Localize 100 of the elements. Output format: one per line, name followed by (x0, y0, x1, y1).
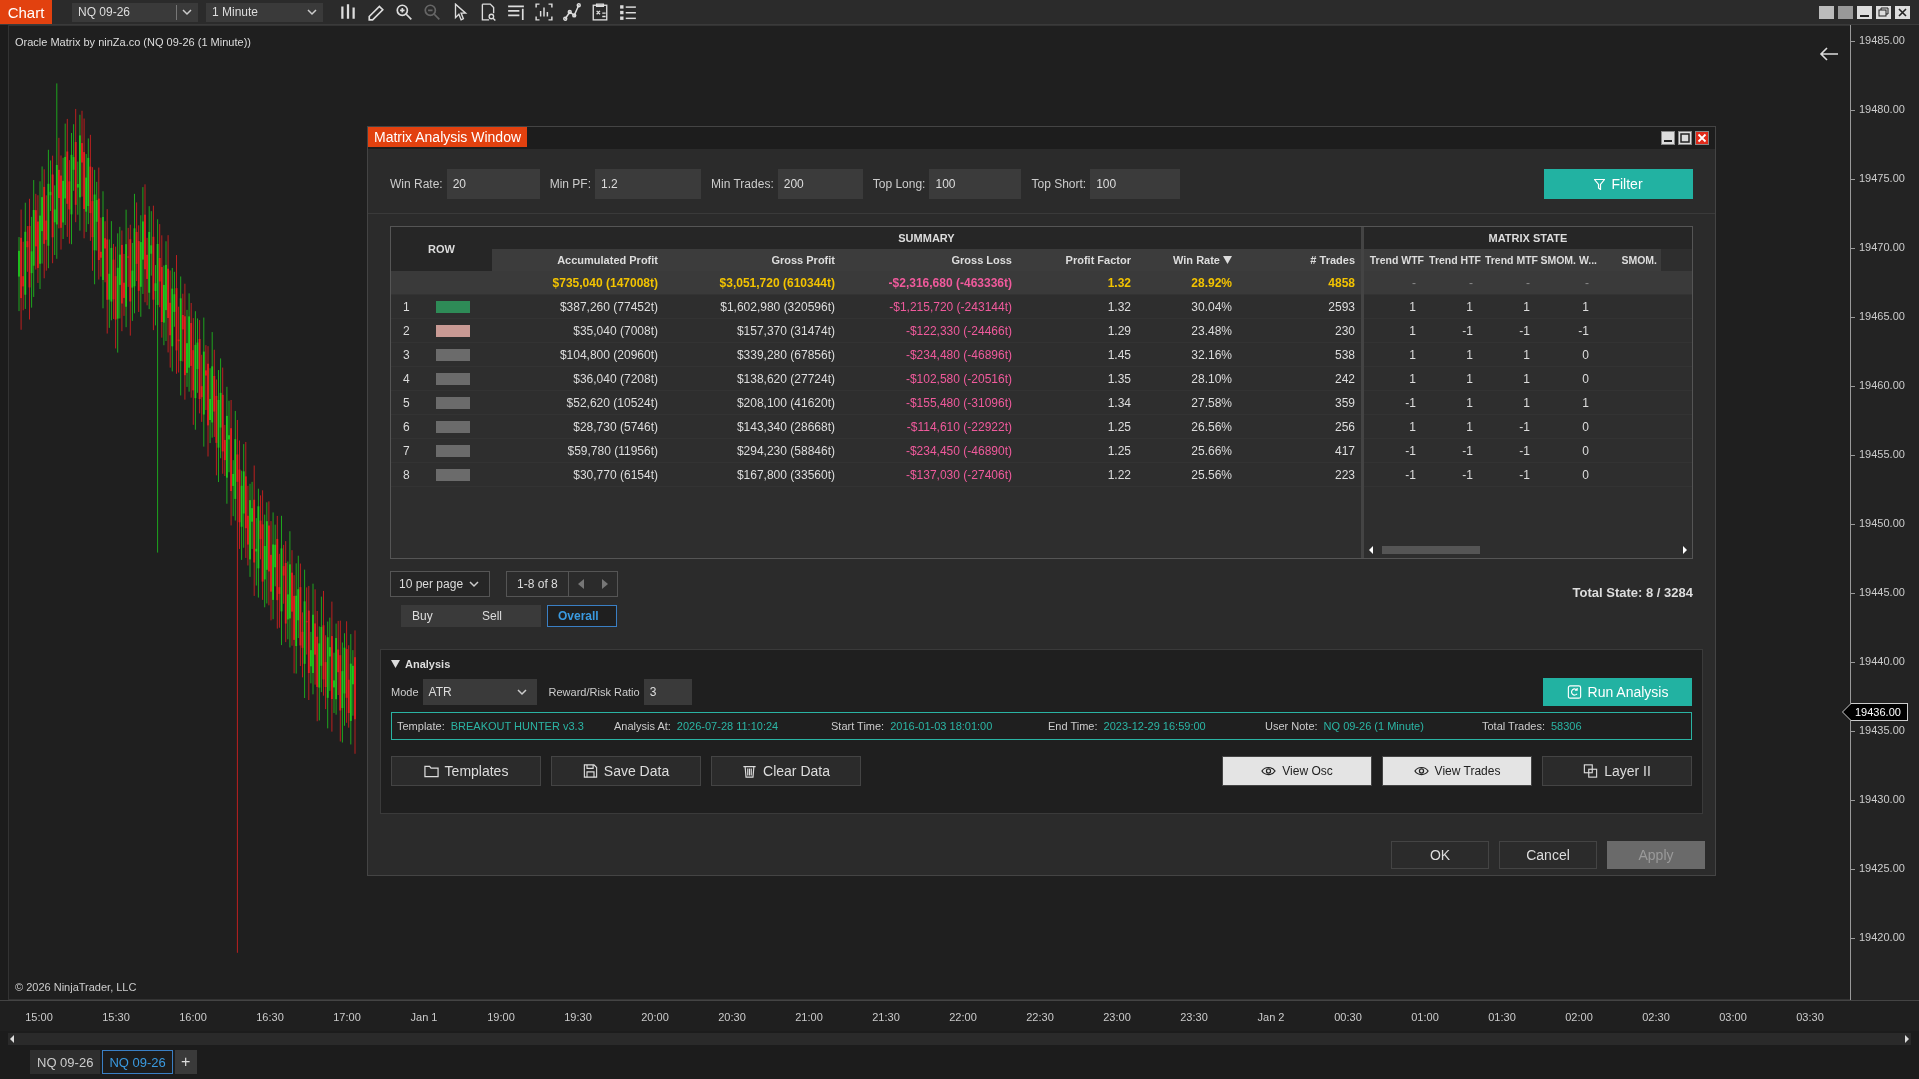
minimize-icon[interactable] (1856, 3, 1873, 21)
table-cell-text: 1 (1408, 371, 1417, 386)
line-points-icon[interactable] (563, 3, 581, 21)
column-header[interactable]: Gross Profit (664, 249, 841, 271)
table-cell-text: -1 (1461, 467, 1474, 482)
framed-bars-icon[interactable] (535, 3, 553, 21)
ratio-input[interactable]: 3 (643, 679, 692, 705)
close-icon[interactable] (1894, 3, 1911, 21)
dialog-button[interactable]: OK (1391, 841, 1489, 869)
minimize-icon[interactable] (1661, 131, 1675, 145)
action-button[interactable]: View Trades (1382, 756, 1532, 786)
column-header[interactable]: Trend WTF (1364, 249, 1428, 271)
interval-dropdown[interactable]: 1 Minute (206, 2, 323, 22)
action-button[interactable]: Layer II (1542, 756, 1692, 786)
zoom-in-icon[interactable] (395, 3, 413, 21)
table-cell-text: -$234,480 (-46896t) (904, 347, 1013, 362)
column-header[interactable]: Trend HTF (1428, 249, 1485, 271)
column-header: ROW (391, 227, 492, 271)
action-button[interactable]: Templates (391, 756, 541, 786)
table-cell-text: 1.29 (1106, 323, 1132, 338)
maximize-icon[interactable] (1678, 131, 1692, 145)
column-header[interactable]: Accumulated Profit (492, 249, 664, 271)
time-label: 15:30 (102, 1011, 130, 1023)
table-cell-text: 256 (1333, 419, 1356, 434)
column-header[interactable]: SMOM. (1601, 249, 1661, 271)
filter-input[interactable]: 100 (929, 169, 1022, 199)
calculator-document-icon[interactable] (591, 3, 609, 21)
row-number: 8 (402, 467, 411, 482)
total-cell-text: $3,051,720 (610344t) (718, 275, 836, 290)
column-header[interactable]: SMOM. W... (1542, 249, 1601, 271)
rows-icon[interactable] (507, 3, 525, 21)
time-label: 01:30 (1488, 1011, 1516, 1023)
time-label: 21:00 (795, 1011, 823, 1023)
document-search-icon[interactable] (479, 3, 497, 21)
mode-dropdown[interactable]: ATR (422, 679, 537, 705)
chart-tab[interactable]: NQ 09-26 (102, 1050, 173, 1074)
pencil-icon[interactable] (367, 3, 385, 21)
side-tab[interactable]: Overall (547, 605, 617, 627)
page-size-dropdown[interactable]: 10 per page (390, 571, 491, 597)
restore-icon[interactable] (1875, 3, 1892, 21)
side-tab[interactable]: Sell (471, 605, 541, 627)
info-value: NQ 09-26 (1 Minute) (1323, 720, 1424, 732)
time-label: 19:00 (487, 1011, 515, 1023)
filter-input[interactable]: 20 (446, 169, 540, 199)
scroll-right-icon[interactable] (1682, 546, 1688, 554)
window-layout-icon[interactable] (1818, 3, 1835, 21)
caret-icon (516, 688, 527, 696)
window-title: Matrix Analysis Window (368, 127, 528, 147)
group-header: MATRIX STATE (1364, 227, 1692, 249)
filter-input[interactable]: 200 (777, 169, 863, 199)
time-label: 01:00 (1411, 1011, 1439, 1023)
caret-icon (469, 580, 480, 588)
expand-triangle-icon[interactable] (391, 660, 400, 668)
action-button[interactable]: Save Data (551, 756, 701, 786)
table-cell-text: -$155,480 (-31096t) (904, 395, 1013, 410)
scroll-left-icon[interactable] (1368, 546, 1374, 554)
action-button[interactable]: View Osc (1222, 756, 1372, 786)
table-cell-text: 1 (1465, 299, 1474, 314)
column-header[interactable]: Trend MTF (1485, 249, 1542, 271)
table-cell-text: 32.16% (1190, 347, 1233, 362)
time-label: 02:00 (1565, 1011, 1593, 1023)
action-button[interactable]: Clear Data (711, 756, 861, 786)
filter-label: Top Short: (1031, 177, 1087, 191)
horizontal-scrollbar[interactable] (8, 1033, 1911, 1045)
time-label: 16:00 (179, 1011, 207, 1023)
info-label: Start Time: (831, 720, 885, 732)
side-tab[interactable]: Buy (401, 605, 471, 627)
table-cell-text: 1.25 (1106, 443, 1132, 458)
window-layout-icon[interactable] (1837, 3, 1854, 21)
scroll-left-icon[interactable] (8, 1034, 16, 1044)
back-arrow-icon[interactable] (1819, 46, 1839, 62)
row-number: 5 (402, 395, 411, 410)
time-label: 20:00 (641, 1011, 669, 1023)
price-label: 19455.00 (1859, 448, 1905, 460)
chart-tab[interactable]: NQ 09-26 (30, 1050, 101, 1074)
time-label: 00:30 (1334, 1011, 1362, 1023)
chart-menu-button[interactable]: Chart (0, 0, 52, 24)
filter-input[interactable]: 1.2 (595, 169, 702, 199)
total-cell-text: - (1525, 275, 1531, 290)
table-cell-text: 25.66% (1190, 443, 1233, 458)
instrument-dropdown[interactable]: NQ 09-26 (72, 2, 198, 22)
bar-chart-icon[interactable] (339, 3, 357, 21)
table-cell-text: 1.22 (1106, 467, 1132, 482)
add-tab-button[interactable]: + (174, 1050, 197, 1074)
column-header[interactable]: Win Rate (1137, 249, 1238, 271)
refresh-icon (1566, 685, 1582, 699)
list-icon[interactable] (619, 3, 637, 21)
column-header[interactable]: Gross Loss (841, 249, 1018, 271)
scroll-right-icon[interactable] (1903, 1034, 1911, 1044)
column-header[interactable]: Profit Factor (1018, 249, 1137, 271)
table-cell-text: $36,040 (7208t) (572, 371, 659, 386)
column-header[interactable]: # Trades (1238, 249, 1361, 271)
table-cell-text: -1 (1461, 323, 1474, 338)
table-cell-text: 1 (1408, 323, 1417, 338)
filter-input[interactable]: 100 (1090, 169, 1181, 199)
table-cell-text: $1,602,980 (320596t) (719, 299, 836, 314)
dialog-button[interactable]: Cancel (1499, 841, 1597, 869)
row-number: 6 (402, 419, 411, 434)
table-cell-text: 1 (1522, 371, 1531, 386)
time-label: 03:00 (1719, 1011, 1747, 1023)
